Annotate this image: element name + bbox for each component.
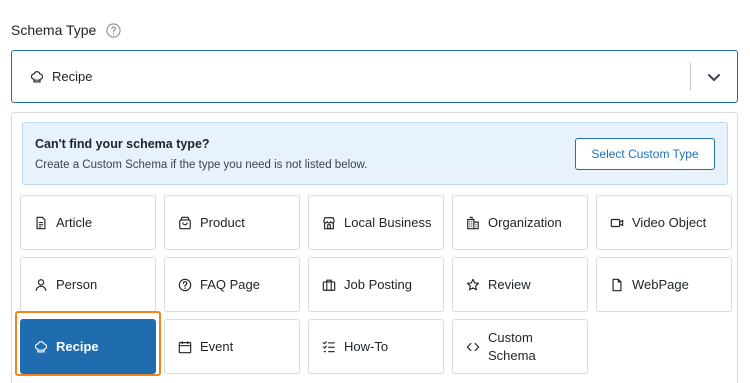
- schema-type-local-business[interactable]: Local Business: [308, 195, 444, 250]
- question-circle-icon: [178, 278, 192, 292]
- person-icon: [34, 278, 48, 292]
- schema-type-review[interactable]: Review: [452, 257, 588, 312]
- notice-title: Can't find your schema type?: [35, 137, 210, 151]
- schema-type-article[interactable]: Article: [20, 195, 156, 250]
- briefcase-icon: [322, 278, 336, 292]
- select-current-value: Recipe: [30, 69, 92, 84]
- schema-type-webpage[interactable]: WebPage: [596, 257, 732, 312]
- schema-type-recipe[interactable]: Recipe: [20, 319, 156, 374]
- schema-type-label: Video Object: [632, 215, 707, 230]
- code-icon: [466, 340, 480, 354]
- select-value-text: Recipe: [52, 69, 93, 84]
- document-icon: [34, 216, 48, 230]
- schema-type-label: WebPage: [632, 277, 689, 292]
- schema-type-label: Event: [200, 339, 234, 354]
- storefront-icon: [322, 216, 336, 230]
- schema-type-organization[interactable]: Organization: [452, 195, 588, 250]
- schema-type-label: Product: [200, 215, 245, 230]
- schema-type-label: FAQ Page: [200, 277, 260, 292]
- schema-type-how-to[interactable]: How-To: [308, 319, 444, 374]
- help-circle-icon[interactable]: [106, 22, 121, 38]
- page-icon: [610, 278, 624, 292]
- select-divider: [690, 63, 691, 90]
- custom-schema-notice: Can't find your schema type? Create a Cu…: [22, 122, 728, 185]
- select-custom-type-button[interactable]: Select Custom Type: [575, 138, 715, 170]
- schema-type-label: Custom Schema: [488, 329, 536, 363]
- schema-type-label: Organization: [488, 215, 562, 230]
- schema-type-select[interactable]: Recipe: [11, 50, 738, 103]
- chef-hat-icon: [30, 70, 44, 84]
- schema-type-product[interactable]: Product: [164, 195, 300, 250]
- checklist-icon: [322, 340, 336, 354]
- schema-type-label: Local Business: [344, 215, 432, 230]
- video-camera-icon: [610, 216, 624, 230]
- building-icon: [466, 216, 480, 230]
- schema-type-label: Person: [56, 277, 98, 292]
- schema-type-label: Recipe: [56, 339, 99, 354]
- schema-type-grid: Article Product Local Business Organizat…: [20, 195, 732, 374]
- schema-type-label: Job Posting: [344, 277, 412, 292]
- schema-type-faq-page[interactable]: FAQ Page: [164, 257, 300, 312]
- field-label-row: Schema Type: [11, 22, 121, 38]
- schema-type-label: Review: [488, 277, 531, 292]
- schema-type-label: Article: [56, 215, 93, 230]
- schema-type-custom-schema[interactable]: Custom Schema: [452, 319, 588, 374]
- schema-type-event[interactable]: Event: [164, 319, 300, 374]
- field-label: Schema Type: [11, 22, 97, 38]
- chef-hat-icon: [34, 340, 48, 354]
- calendar-icon: [178, 340, 192, 354]
- schema-type-person[interactable]: Person: [20, 257, 156, 312]
- schema-type-video-object[interactable]: Video Object: [596, 195, 732, 250]
- schema-type-job-posting[interactable]: Job Posting: [308, 257, 444, 312]
- notice-subtitle: Create a Custom Schema if the type you n…: [35, 159, 368, 171]
- shopping-bag-icon: [178, 216, 192, 230]
- schema-type-dropdown: Can't find your schema type? Create a Cu…: [11, 112, 738, 383]
- star-icon: [466, 278, 480, 292]
- schema-type-label: How-To: [344, 339, 389, 354]
- chevron-down-icon[interactable]: [705, 68, 723, 86]
